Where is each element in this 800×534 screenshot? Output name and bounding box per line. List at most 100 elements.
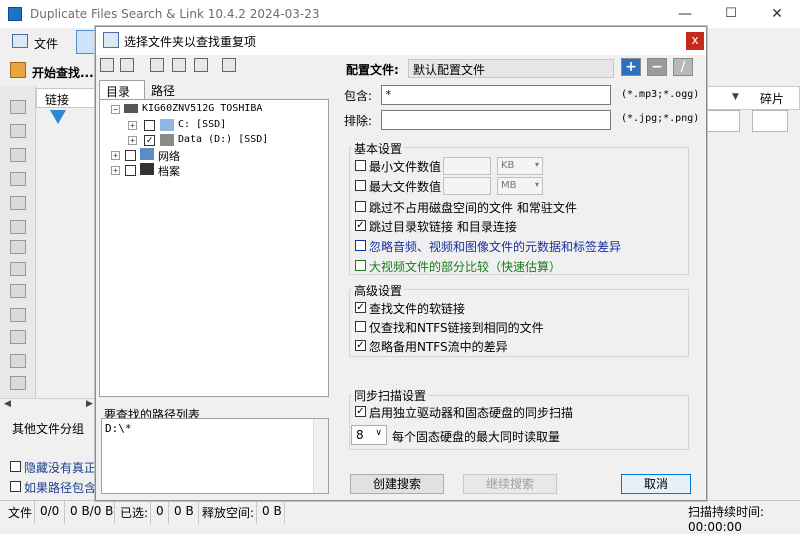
- toolbar-icon-2[interactable]: [10, 124, 26, 138]
- filter-icon[interactable]: [50, 110, 66, 124]
- move-icon[interactable]: [10, 284, 26, 298]
- max-reads-select[interactable]: 8 ∨: [351, 425, 387, 445]
- create-search-button[interactable]: 创建搜索: [350, 474, 444, 494]
- enable-sync-checkbox[interactable]: ✓: [355, 406, 366, 417]
- cancel-button[interactable]: 取消: [621, 474, 691, 494]
- minimize-button[interactable]: —: [662, 0, 708, 28]
- collapse-icon[interactable]: −: [111, 105, 120, 114]
- toolbar-icon-5[interactable]: [10, 196, 26, 210]
- filter-cell[interactable]: [752, 110, 788, 132]
- start-search-button[interactable]: 开始查找...: [32, 64, 94, 81]
- continue-search-button[interactable]: 继续搜索: [463, 474, 557, 494]
- min-files-checkbox[interactable]: [355, 160, 366, 171]
- max-files-input[interactable]: [443, 177, 491, 195]
- find-softlinks-checkbox[interactable]: ✓: [355, 302, 366, 313]
- network-drive-icon[interactable]: [172, 58, 186, 72]
- network-checkbox[interactable]: [125, 150, 136, 161]
- min-unit-select[interactable]: KB ▾: [497, 157, 543, 175]
- include-input[interactable]: *: [381, 85, 611, 105]
- status-free-label: 释放空间:: [202, 506, 255, 520]
- scroll-right-icon[interactable]: ▶: [86, 399, 93, 409]
- max-files-checkbox[interactable]: [355, 180, 366, 191]
- expand-icon[interactable]: +: [128, 121, 137, 130]
- dialog-icon: [103, 32, 119, 48]
- column-header-fragment[interactable]: 碎片: [760, 90, 784, 107]
- pathlist-scrollbar[interactable]: [313, 419, 328, 493]
- remove-profile-button[interactable]: −: [647, 58, 667, 76]
- tree-label-drive-d: Data (D:) [SSD]: [178, 134, 269, 145]
- usb-drive-icon[interactable]: [194, 58, 208, 72]
- tab-path[interactable]: 路径: [145, 80, 191, 100]
- drive-c-checkbox[interactable]: [144, 120, 155, 131]
- recycle-icon[interactable]: [10, 262, 26, 276]
- folder-tree[interactable]: − KIG60ZNV512G TOSHIBA + C: [SSD] + ✓ Da…: [99, 99, 329, 397]
- filter-cell[interactable]: [706, 110, 740, 132]
- archive-checkbox[interactable]: [125, 165, 136, 176]
- skip-unused-checkbox[interactable]: [355, 201, 366, 212]
- add-profile-button[interactable]: +: [621, 58, 641, 76]
- compress-icon[interactable]: [10, 308, 26, 322]
- max-reads-label: 每个固态硬盘的最大同时读取量: [392, 430, 561, 444]
- status-divider: [284, 500, 285, 524]
- exclude-hint: (*.jpg;*.png): [621, 113, 700, 124]
- tree-node-root[interactable]: − KIG60ZNV512G TOSHIBA: [108, 102, 328, 118]
- menu-file[interactable]: 文件: [34, 35, 58, 52]
- expand-icon[interactable]: +: [111, 166, 120, 175]
- drive-d-checkbox[interactable]: ✓: [144, 135, 155, 146]
- tab-directory[interactable]: 目录: [99, 80, 145, 100]
- horizontal-scrollbar[interactable]: ◀ ▶: [0, 398, 98, 412]
- delete-icon[interactable]: [10, 240, 26, 254]
- check-all-icon[interactable]: [120, 58, 134, 72]
- network-icon: [140, 148, 154, 160]
- exclude-label: 排除:: [344, 114, 373, 128]
- close-button[interactable]: ✕: [754, 0, 800, 28]
- sort-arrow-icon[interactable]: ▼: [732, 92, 739, 102]
- path-contains-checkbox[interactable]: [10, 481, 21, 492]
- pathlist-entry: D:\*: [105, 422, 132, 435]
- partial-compare-label: 大视频文件的部分比较（快速估算）: [369, 260, 562, 274]
- hide-checkbox[interactable]: [10, 461, 21, 472]
- status-file-count: 0/0: [40, 504, 60, 518]
- pathlist-textarea[interactable]: D:\*: [101, 418, 329, 494]
- tree-node-network[interactable]: + 网络: [108, 148, 328, 164]
- scroll-left-icon[interactable]: ◀: [4, 399, 11, 409]
- ignore-ntfs-streams-label: 忽略备用NTFS流中的差异: [369, 340, 508, 354]
- skip-links-checkbox[interactable]: ✓: [355, 220, 366, 231]
- removable-drive-icon[interactable]: [222, 58, 236, 72]
- hardlink-icon[interactable]: [10, 354, 26, 368]
- copy-icon[interactable]: [100, 58, 114, 72]
- expand-icon[interactable]: +: [111, 151, 120, 160]
- toolbar-icon-6[interactable]: [10, 220, 26, 234]
- config-profile-field[interactable]: 默认配置文件: [408, 59, 614, 78]
- tree-label-root: KIG60ZNV512G TOSHIBA: [142, 103, 263, 114]
- max-unit-select[interactable]: MB ▾: [497, 177, 543, 195]
- status-file-size: 0 B/0 B: [70, 504, 114, 518]
- toolbar-icon-1[interactable]: [10, 100, 26, 114]
- edit-profile-button[interactable]: /: [673, 58, 693, 76]
- exclude-input[interactable]: [381, 110, 611, 130]
- ntfs-same-checkbox[interactable]: [355, 321, 366, 332]
- app-logo-icon: [8, 7, 22, 21]
- tree-node-drive-d[interactable]: + ✓ Data (D:) [SSD]: [108, 133, 328, 149]
- tree-node-drive-c[interactable]: + C: [SSD]: [108, 118, 328, 134]
- min-files-input[interactable]: [443, 157, 491, 175]
- skip-unused-label: 跳过不占用磁盘空间的文件 和常驻文件: [369, 201, 577, 215]
- maximize-button[interactable]: ☐: [708, 0, 754, 28]
- toolbar-icon-3[interactable]: [10, 148, 26, 162]
- column-header-link[interactable]: 链接: [36, 88, 98, 108]
- config-label: 配置文件:: [346, 63, 399, 77]
- dialog-close-button[interactable]: x: [686, 32, 704, 50]
- tree-node-archive[interactable]: + 档案: [108, 163, 328, 179]
- status-selected-size: 0 B: [174, 504, 194, 518]
- zip-archive-icon: [140, 163, 154, 175]
- status-divider: [168, 500, 169, 524]
- softlink-icon[interactable]: [10, 376, 26, 390]
- drive-icon[interactable]: [150, 58, 164, 72]
- app-title: Duplicate Files Search & Link 10.4.2 202…: [30, 7, 320, 21]
- toolbar-icon-4[interactable]: [10, 172, 26, 186]
- link-icon[interactable]: [10, 330, 26, 344]
- expand-icon[interactable]: +: [128, 136, 137, 145]
- ignore-ntfs-streams-checkbox[interactable]: ✓: [355, 340, 366, 351]
- ignore-meta-checkbox[interactable]: [355, 240, 366, 251]
- partial-compare-checkbox[interactable]: [355, 260, 366, 271]
